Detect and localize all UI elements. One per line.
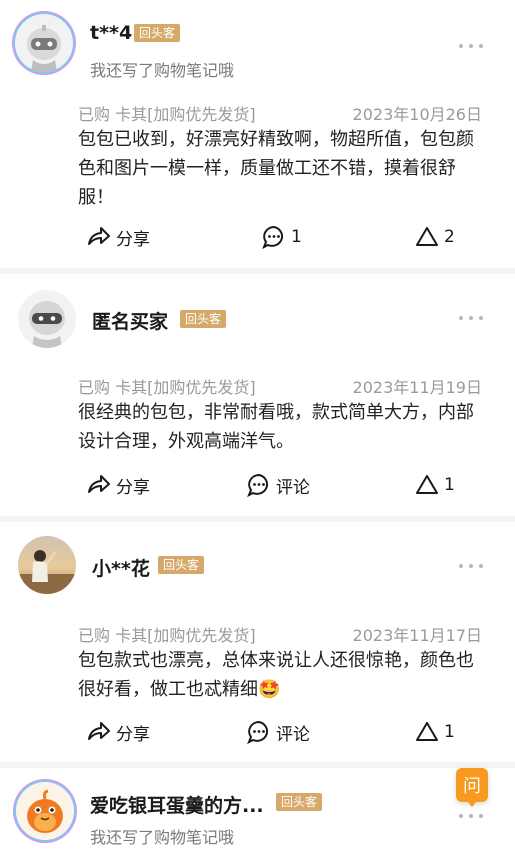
ask-label: 问	[463, 776, 481, 797]
comment-button[interactable]: 评论	[246, 718, 310, 746]
share-label: 分享	[116, 477, 150, 498]
review-card: t**4 回头客 我还写了购物笔记哦 已购 卡其[加购优先发货] 2023年10…	[0, 0, 515, 268]
shopping-note-link[interactable]: 我还写了购物笔记哦	[90, 824, 234, 848]
more-options-icon[interactable]	[459, 314, 485, 322]
comment-button[interactable]: 1	[261, 223, 302, 251]
comment-icon	[247, 720, 269, 745]
like-button[interactable]: 1	[414, 471, 455, 499]
review-text: 包包款式也漂亮，总体来说让人还很惊艳，颜色也很好看，做工也忒精细🤩	[78, 650, 474, 700]
username[interactable]: 小**花	[92, 554, 150, 581]
robot-avatar-icon	[15, 14, 73, 72]
review-date: 2023年11月19日	[352, 378, 482, 397]
review-card: 爱吃银耳蛋羹的方... 回头客 我还写了购物笔记哦	[0, 768, 515, 867]
like-count: 1	[444, 475, 455, 495]
share-icon	[88, 475, 110, 493]
avatar[interactable]	[15, 14, 73, 72]
review-card: 匿名买家 回头客 已购 卡其[加购优先发货] 2023年11月19日 很经典的包…	[0, 274, 515, 516]
purchase-spec: 已购 卡其[加购优先发货]	[78, 105, 256, 124]
avatar[interactable]	[18, 536, 76, 594]
username[interactable]: 爱吃银耳蛋羹的方...	[90, 791, 264, 818]
repeat-customer-badge: 回头客	[134, 24, 181, 42]
comment-button[interactable]: 评论	[246, 471, 310, 499]
review-text: 很经典的包包，非常耐看哦，款式简单大方，内部设计合理，外观高端洋气。	[78, 402, 474, 452]
like-count: 1	[444, 722, 455, 742]
like-triangle-icon	[416, 475, 438, 494]
share-button[interactable]: 分享	[86, 223, 150, 251]
ask-question-button[interactable]: 问	[456, 768, 488, 807]
more-options-icon[interactable]	[459, 812, 485, 820]
share-label: 分享	[116, 724, 150, 745]
comment-icon	[247, 473, 269, 498]
like-triangle-icon	[416, 722, 438, 741]
photo-avatar-icon	[18, 536, 76, 594]
avatar[interactable]	[18, 290, 76, 348]
review-meta: 已购 卡其[加购优先发货] 2023年11月17日	[78, 622, 482, 645]
like-button[interactable]: 2	[414, 223, 455, 251]
share-label: 分享	[116, 229, 150, 250]
purchase-spec: 已购 卡其[加购优先发货]	[78, 626, 256, 645]
avatar[interactable]	[16, 782, 74, 840]
review-date: 2023年10月26日	[352, 105, 482, 124]
review-meta: 已购 卡其[加购优先发货] 2023年10月26日	[78, 101, 482, 124]
purchase-spec: 已购 卡其[加购优先发货]	[78, 378, 256, 397]
share-icon	[88, 227, 110, 245]
share-icon	[88, 722, 110, 740]
like-count: 2	[444, 227, 455, 247]
comment-label: 评论	[276, 477, 310, 498]
cartoon-avatar-icon	[16, 782, 74, 840]
more-options-icon[interactable]	[459, 562, 485, 570]
review-date: 2023年11月17日	[352, 626, 482, 645]
share-button[interactable]: 分享	[86, 471, 150, 499]
anonymous-avatar-icon	[18, 290, 76, 348]
review-actions: 分享 1 2	[86, 223, 476, 251]
share-button[interactable]: 分享	[86, 718, 150, 746]
comment-icon	[262, 225, 284, 250]
repeat-customer-badge: 回头客	[180, 310, 227, 328]
review-meta: 已购 卡其[加购优先发货] 2023年11月19日	[78, 374, 482, 397]
username[interactable]: t**4	[90, 22, 132, 44]
shopping-note-link[interactable]: 我还写了购物笔记哦	[90, 57, 234, 81]
review-actions: 分享 评论 1	[86, 718, 476, 746]
review-actions: 分享 评论 1	[86, 471, 476, 499]
like-button[interactable]: 1	[414, 718, 455, 746]
comment-count: 1	[291, 227, 302, 247]
username[interactable]: 匿名买家	[92, 307, 168, 334]
repeat-customer-badge: 回头客	[276, 793, 323, 811]
comment-label: 评论	[276, 724, 310, 745]
repeat-customer-badge: 回头客	[158, 556, 205, 574]
review-card: 小**花 回头客 已购 卡其[加购优先发货] 2023年11月17日 包包款式也…	[0, 522, 515, 762]
review-text: 包包已收到，好漂亮好精致啊，物超所值，包包颜色和图片一模一样，质量做工还不错，摸…	[78, 129, 474, 208]
more-options-icon[interactable]	[459, 42, 485, 50]
like-triangle-icon	[416, 227, 438, 246]
